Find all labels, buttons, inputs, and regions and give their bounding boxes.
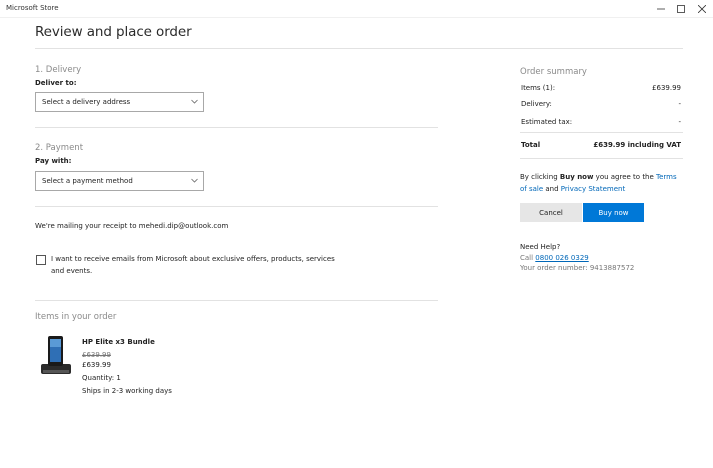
terms-notice: By clicking Buy now you agree to the Ter… (520, 171, 685, 195)
order-summary-heading: Order summary (520, 67, 587, 77)
product-quantity: Quantity: 1 (82, 374, 121, 382)
summary-tax-value: - (678, 118, 681, 126)
summary-items-label: Items (1): (521, 84, 556, 92)
page-title: Review and place order (35, 24, 192, 40)
close-button[interactable] (690, 2, 713, 16)
delivery-address-value: Select a delivery address (42, 98, 131, 106)
summary-delivery-value: - (678, 100, 681, 108)
summary-delivery-row: Delivery: - (521, 100, 681, 108)
title-bar: Microsoft Store (0, 0, 713, 18)
payment-method-select[interactable]: Select a payment method (35, 171, 204, 191)
chevron-down-icon (191, 178, 198, 183)
receipt-notice: We're mailing your receipt to mehedi.dip… (35, 222, 229, 230)
delivery-address-select[interactable]: Select a delivery address (35, 92, 204, 112)
divider (35, 127, 438, 128)
product-original-price: £639.99 (82, 351, 111, 359)
terms-bold: Buy now (559, 173, 594, 181)
summary-items-value: £639.99 (652, 84, 681, 92)
minimize-icon (657, 8, 665, 10)
items-section-heading: Items in your order (35, 312, 117, 322)
order-number: Your order number: 9413887572 (520, 264, 635, 272)
summary-divider (520, 158, 683, 159)
terms-middle: you agree to the (593, 173, 657, 181)
divider (35, 300, 438, 301)
app-title: Microsoft Store (6, 4, 59, 12)
payment-method-value: Select a payment method (42, 177, 133, 185)
marketing-consent-checkbox[interactable] (36, 255, 46, 265)
summary-items-row: Items (1): £639.99 (521, 84, 681, 92)
summary-tax-label: Estimated tax: (521, 118, 573, 126)
title-divider (35, 48, 683, 49)
delivery-section-heading: 1. Delivery (35, 65, 82, 75)
terms-prefix: By clicking (520, 173, 560, 181)
pay-with-label: Pay with: (35, 157, 72, 165)
summary-total-label: Total (521, 141, 541, 149)
call-prefix: Call (520, 254, 536, 262)
divider (35, 206, 438, 207)
marketing-consent-label: I want to receive emails from Microsoft … (51, 255, 335, 275)
close-icon (698, 5, 706, 13)
product-name: HP Elite x3 Bundle (82, 338, 155, 346)
summary-total-value: £639.99 including VAT (593, 141, 681, 149)
phone-link[interactable]: 0800 026 0329 (535, 254, 588, 262)
maximize-icon (677, 5, 685, 13)
product-price: £639.99 (82, 361, 111, 369)
chevron-down-icon (191, 99, 198, 104)
privacy-statement-link[interactable]: Privacy Statement (561, 185, 625, 193)
summary-divider (520, 132, 683, 133)
product-image (41, 336, 71, 374)
terms-and: and (543, 185, 561, 193)
summary-delivery-label: Delivery: (521, 100, 552, 108)
product-shipping: Ships in 2-3 working days (82, 387, 172, 395)
help-call: Call 0800 026 0329 (520, 254, 589, 262)
deliver-to-label: Deliver to: (35, 79, 77, 87)
help-heading: Need Help? (520, 243, 561, 251)
summary-total-row: Total £639.99 including VAT (521, 141, 681, 149)
summary-tax-row: Estimated tax: - (521, 118, 681, 126)
payment-section-heading: 2. Payment (35, 143, 84, 153)
cancel-button[interactable]: Cancel (520, 203, 582, 222)
buy-now-button[interactable]: Buy now (583, 203, 644, 222)
